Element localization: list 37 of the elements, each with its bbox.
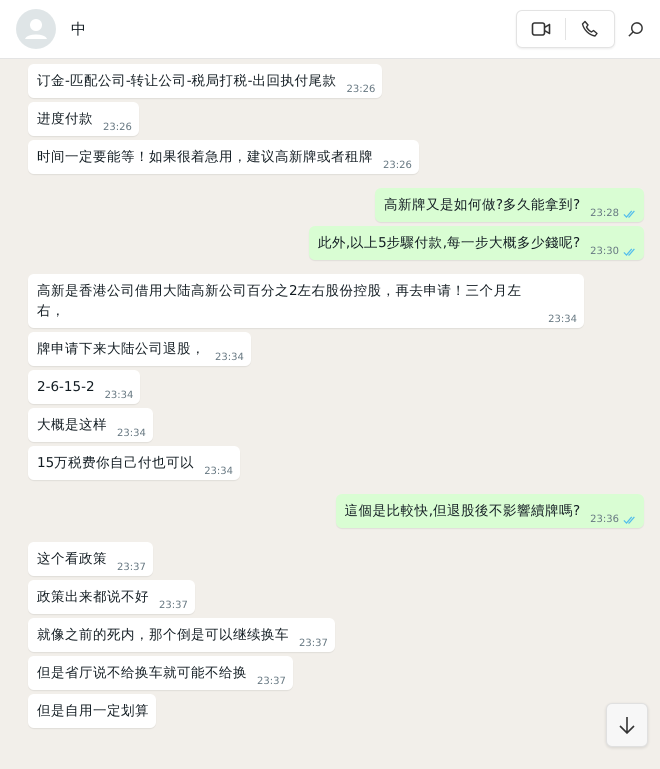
- message-text: 政策出来都说不好: [37, 588, 149, 607]
- message-time: 23:37: [117, 562, 146, 573]
- video-camera-icon: [531, 21, 551, 37]
- message-text: 高新是香港公司借用大陆高新公司百分之2左右股份控股，再去申请！三个月左右，: [37, 282, 523, 321]
- message-time: 23:34: [215, 352, 244, 363]
- message-text: 大概是这样: [37, 416, 107, 435]
- message-time: 23:26: [346, 84, 376, 95]
- message-text: 但是省厅说不给换车就可能不给换: [37, 664, 247, 683]
- message-time: 23:37: [159, 600, 188, 611]
- down-arrow-icon: [618, 715, 636, 735]
- message-text: 订金-匹配公司-转让公司-税局打税-出回执付尾款: [37, 72, 336, 91]
- contact-name[interactable]: 中: [71, 20, 86, 38]
- message-text: 牌申请下来大陆公司退股，: [37, 340, 205, 359]
- message-text: 这个看政策: [37, 550, 107, 569]
- message-time: 23:26: [103, 122, 132, 133]
- message-text: 但是自用一定划算: [37, 702, 149, 721]
- message-time: 23:34: [117, 428, 146, 439]
- message-time: 23:36: [590, 514, 619, 525]
- message-time: 23:26: [383, 160, 412, 171]
- message-time: 23:30: [590, 246, 619, 257]
- message-text: 就像之前的死内，那个倒是可以继续换车: [37, 626, 289, 645]
- message-time: 23:34: [204, 466, 234, 477]
- message-text: 2-6-15-2: [37, 378, 95, 397]
- search-icon[interactable]: [627, 20, 644, 38]
- message-text: 此外,以上5步驟付款,每一步大概多少錢呢?: [318, 234, 580, 253]
- scroll-down-button[interactable]: [606, 703, 648, 747]
- message-text: 這個是比較快,但退股後不影響續牌嗎?: [344, 502, 580, 521]
- message-text: 高新牌又是如何做?多久能拿到?: [384, 196, 580, 215]
- phone-icon: [581, 20, 599, 38]
- message-time: 23:37: [299, 638, 328, 649]
- message-time: 23:28: [590, 208, 619, 219]
- message-time: 23:37: [257, 676, 286, 687]
- message-text: 15万税费你自己付也可以: [37, 454, 194, 473]
- message-time: 23:34: [104, 390, 134, 401]
- message-time: 23:34: [548, 314, 577, 325]
- message-text: 进度付款: [37, 110, 93, 129]
- message-text: 时间一定要能等！如果很着急用，建议高新牌或者租牌: [37, 148, 373, 167]
